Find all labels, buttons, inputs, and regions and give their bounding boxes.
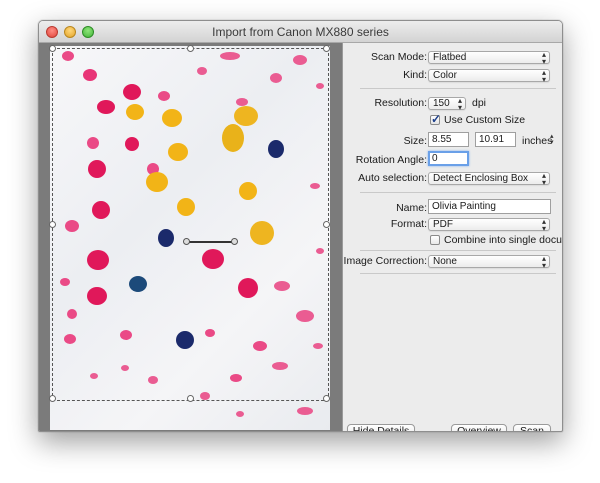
resolution-unit: dpi <box>472 97 487 109</box>
separator <box>360 250 556 251</box>
separator <box>360 88 556 89</box>
updown-chevron-icon: ▴ ▾ <box>541 50 546 66</box>
updown-chevron-icon: ▴ ▾ <box>541 171 546 187</box>
kind-popup[interactable]: Color ▴ ▾ <box>428 68 550 84</box>
auto-selection-label: Auto selection: <box>358 172 427 184</box>
auto-selection-value: Detect Enclosing Box <box>433 173 529 184</box>
combine-checkbox[interactable] <box>430 235 440 245</box>
use-custom-size-label: Use Custom Size <box>444 114 526 126</box>
import-window: Import from Canon MX880 series Scan Mode… <box>38 20 563 432</box>
window-title: Import from Canon MX880 series <box>212 25 389 39</box>
resolution-popup[interactable]: 150 ▴ ▾ <box>428 96 466 112</box>
format-popup[interactable]: PDF ▴ ▾ <box>428 217 550 233</box>
scanned-painting-image <box>50 46 330 430</box>
stepper-icon[interactable]: ▴ ▾ <box>550 133 558 147</box>
kind-value: Color <box>433 70 457 81</box>
scan-preview-area[interactable] <box>39 43 343 431</box>
scan-mode-popup[interactable]: Flatbed ▴ ▾ <box>428 50 550 66</box>
scan-mode-value: Flatbed <box>433 52 467 63</box>
settings-panel: Scan Mode: Flatbed ▴ ▾ Kind: Color ▴ ▾ Res… <box>343 43 562 431</box>
use-custom-size-checkbox[interactable] <box>430 112 441 126</box>
name-field[interactable]: Olivia Painting <box>428 199 551 214</box>
separator <box>360 192 556 193</box>
image-correction-popup[interactable]: None ▴ ▾ <box>428 254 550 270</box>
rotation-angle-label: Rotation Angle: <box>355 154 427 166</box>
updown-chevron-icon: ▴ ▾ <box>541 68 546 84</box>
format-value: PDF <box>433 219 453 230</box>
format-label: Format: <box>390 218 427 230</box>
resolution-label: Resolution: <box>374 97 427 109</box>
overview-button[interactable]: Overview <box>451 424 507 431</box>
resolution-value: 150 <box>433 98 450 109</box>
auto-selection-popup[interactable]: Detect Enclosing Box ▴ ▾ <box>428 171 550 187</box>
rotation-handle-right[interactable] <box>231 238 238 245</box>
scan-mode-label: Scan Mode: <box>370 51 427 63</box>
rotation-line <box>183 238 238 245</box>
rotation-angle-field[interactable]: 0 <box>428 151 469 166</box>
hide-details-button[interactable]: Hide Details <box>347 424 415 431</box>
separator <box>360 273 556 274</box>
rotation-handle-left[interactable] <box>183 238 190 245</box>
image-correction-value: None <box>433 256 457 267</box>
updown-chevron-icon: ▴ ▾ <box>541 254 546 270</box>
painting-dots <box>60 51 324 417</box>
size-label: Size: <box>403 135 427 147</box>
size-width-field[interactable]: 8.55 <box>428 132 469 147</box>
scan-button[interactable]: Scan <box>513 424 551 431</box>
name-label: Name: <box>396 202 427 214</box>
size-height-field[interactable]: 10.91 <box>475 132 516 147</box>
title-bar: Import from Canon MX880 series <box>39 21 562 43</box>
image-correction-label: Image Correction: <box>343 255 427 267</box>
updown-chevron-icon: ▴ ▾ <box>541 217 546 233</box>
size-unit: inches <box>522 135 553 147</box>
combine-label: Combine into single document <box>444 234 562 246</box>
kind-label: Kind: <box>403 69 427 81</box>
updown-chevron-icon: ▴ ▾ <box>457 96 462 112</box>
